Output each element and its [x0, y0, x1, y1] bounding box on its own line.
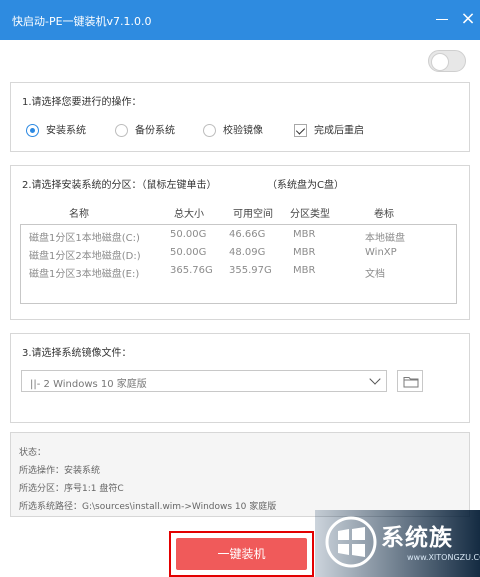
- window-title: 快启动-PE一键装机v7.1.0.0: [12, 15, 152, 28]
- image-panel: 3.请选择系统镜像文件： ||- 2 Windows 10 家庭版: [10, 333, 470, 423]
- radio-verify-image[interactable]: 校验镜像: [203, 124, 263, 138]
- watermark-url: www.XITONGZU.COM: [407, 553, 480, 562]
- watermark: 系统族 www.XITONGZU.COM: [315, 510, 480, 577]
- radio-unselected-icon: [115, 124, 128, 137]
- status-operation: 所选操作：安装系统: [19, 466, 101, 476]
- radio-unselected-icon: [203, 124, 216, 137]
- status-panel: 状态： 所选操作：安装系统 所选分区：序号1:1 盘符C 所选系统路径：G:\s…: [10, 432, 470, 517]
- row-free-space: 46.66G: [229, 229, 266, 240]
- operation-panel: 1.请选择您要进行的操作： 安装系统 备份系统 校验镜像 完成后重启: [10, 82, 470, 152]
- radio-label-install: 安装系统: [46, 125, 86, 137]
- table-row[interactable]: 磁盘1分区2本地磁盘(D:) 50.00G 48.09G MBR WinXP: [21, 245, 458, 263]
- partition-panel: 2.请选择安装系统的分区：（鼠标左键单击） （系统盘为C盘） 名称 总大小 可用…: [10, 165, 470, 320]
- folder-icon: [403, 377, 419, 388]
- radio-backup-system[interactable]: 备份系统: [115, 124, 175, 138]
- restart-checkbox[interactable]: 完成后重启: [294, 124, 364, 138]
- partition-table: 磁盘1分区1本地磁盘(C:) 50.00G 46.66G MBR 本地磁盘 磁盘…: [20, 224, 457, 304]
- toggle-switch[interactable]: [428, 50, 466, 72]
- row-name: 磁盘1分区2本地磁盘(D:): [29, 251, 141, 262]
- status-path: 所选系统路径：G:\sources\install.wim->Windows 1…: [19, 502, 277, 512]
- title-bar: 快启动-PE一键装机v7.1.0.0 ×: [0, 0, 480, 40]
- row-name: 磁盘1分区3本地磁盘(E:): [29, 269, 140, 280]
- row-total-size: 50.00G: [170, 247, 207, 258]
- install-button-highlight: 一键装机: [169, 531, 314, 577]
- column-total-size: 总大小: [174, 209, 204, 220]
- one-click-install-button[interactable]: 一键装机: [176, 538, 307, 570]
- image-select[interactable]: ||- 2 Windows 10 家庭版: [21, 370, 387, 392]
- checkbox-checked-icon: [294, 124, 307, 137]
- row-free-space: 355.97G: [229, 265, 272, 276]
- status-label: 状态：: [19, 448, 47, 458]
- selected-image: ||- 2 Windows 10 家庭版: [30, 379, 147, 390]
- table-row[interactable]: 磁盘1分区1本地磁盘(C:) 50.00G 46.66G MBR 本地磁盘: [21, 227, 458, 245]
- close-icon[interactable]: ×: [459, 10, 477, 28]
- image-title: 3.请选择系统镜像文件：: [22, 348, 132, 359]
- status-partition: 所选分区：序号1:1 盘符C: [19, 484, 124, 494]
- table-row[interactable]: 磁盘1分区3本地磁盘(E:) 365.76G 355.97G MBR 文档: [21, 263, 458, 281]
- operation-title: 1.请选择您要进行的操作：: [22, 97, 142, 108]
- chevron-down-icon: [369, 373, 381, 385]
- row-partition-type: MBR: [293, 229, 316, 240]
- column-volume-label: 卷标: [374, 209, 394, 220]
- watermark-text: 系统族: [381, 525, 453, 551]
- row-volume-label: 文档: [365, 269, 385, 280]
- row-name: 磁盘1分区1本地磁盘(C:): [29, 233, 140, 244]
- partition-title: 2.请选择安装系统的分区：（鼠标左键单击）: [22, 180, 217, 191]
- windows-logo-icon: [325, 516, 377, 568]
- row-free-space: 48.09G: [229, 247, 266, 258]
- row-partition-type: MBR: [293, 265, 316, 276]
- row-volume-label: 本地磁盘: [365, 233, 405, 244]
- row-total-size: 50.00G: [170, 229, 207, 240]
- column-partition-type: 分区类型: [290, 209, 330, 220]
- column-free-space: 可用空间: [233, 209, 273, 220]
- radio-selected-icon: [26, 124, 39, 137]
- radio-install-system[interactable]: 安装系统: [26, 124, 86, 138]
- browse-folder-button[interactable]: [397, 370, 423, 392]
- row-partition-type: MBR: [293, 247, 316, 258]
- system-disk-note: （系统盘为C盘）: [267, 180, 344, 191]
- radio-label-verify: 校验镜像: [223, 125, 263, 137]
- row-volume-label: WinXP: [365, 247, 397, 258]
- column-name: 名称: [69, 209, 89, 220]
- minimize-icon[interactable]: [433, 10, 451, 28]
- restart-label: 完成后重启: [314, 125, 364, 137]
- row-total-size: 365.76G: [170, 265, 213, 276]
- radio-label-backup: 备份系统: [135, 125, 175, 137]
